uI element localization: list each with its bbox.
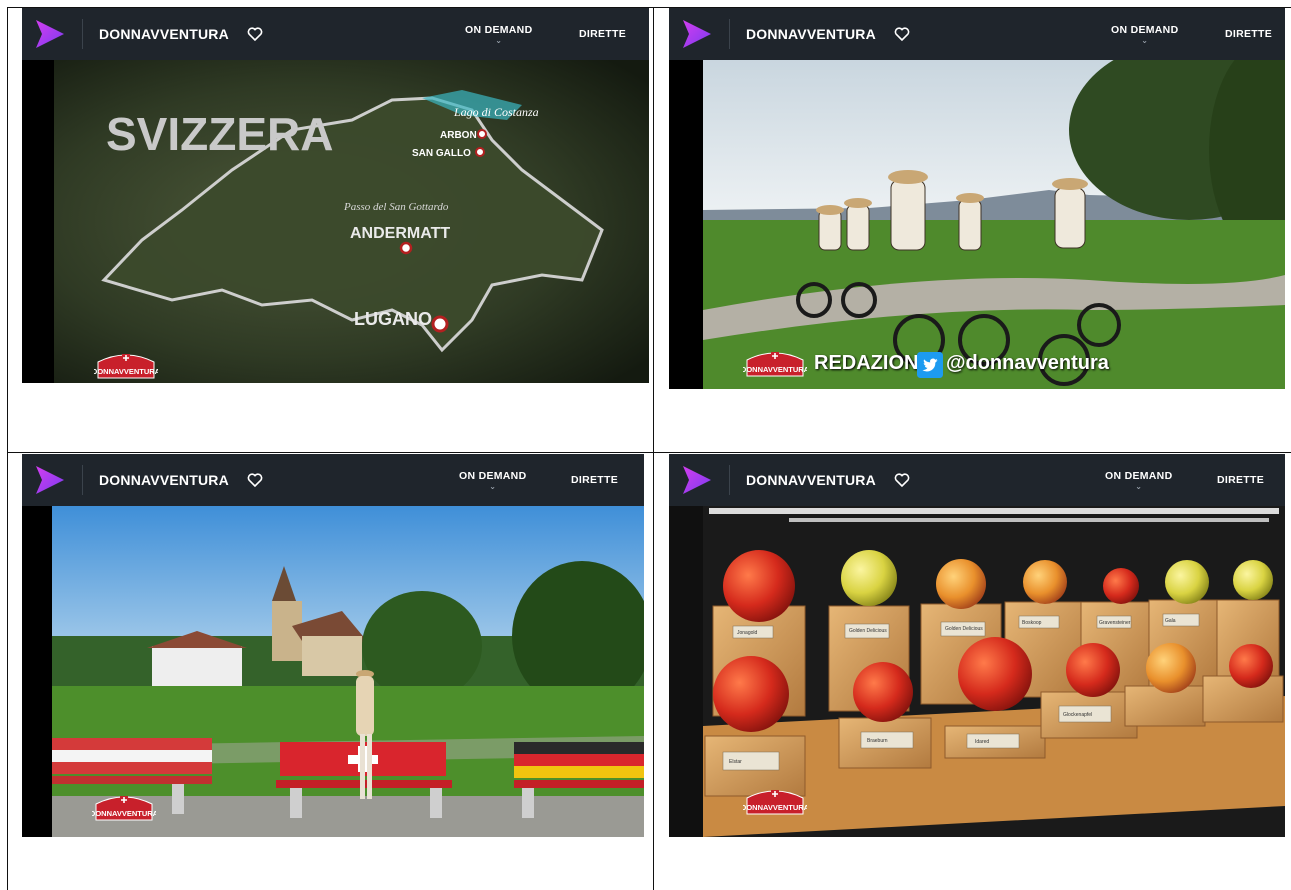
play-logo-icon[interactable] [679,17,713,51]
map-city-andermatt: ANDERMATT [350,225,450,242]
top-bar-separator [82,465,83,495]
player-top-bar: DONNAVVENTURA ON DEMAND ⌄ DIRETTE [669,454,1285,506]
show-title[interactable]: DONNAVVENTURA [746,26,876,42]
nav-dirette-label: DIRETTE [1225,28,1273,40]
play-logo-icon[interactable] [679,463,713,497]
bug-text: DONNAVVENTURA [743,365,807,374]
heart-favorite-icon[interactable] [247,472,263,488]
nav-on-demand-label: ON DEMAND [1111,24,1179,36]
video-frame-apples: Jonagold Golden Delicious Golden Delicio… [669,506,1285,837]
video-player-1[interactable]: DONNAVVENTURA ON DEMAND ⌄ DIRETTE SVIZZE… [22,8,649,383]
apple-label-5: Elstar [729,759,742,765]
apple-label-9: Gala [1165,618,1176,624]
switzerland-map-scene: SVIZZERA Lago di Costanza ARBON SAN GALL… [22,60,649,383]
top-bar-separator [82,19,83,49]
play-logo-icon[interactable] [32,17,66,51]
nav-on-demand[interactable]: ON DEMAND ⌄ [459,454,526,506]
chevron-down-icon: ⌄ [495,36,503,45]
chevron-down-icon: ⌄ [1141,36,1149,45]
nav-dirette-label: DIRETTE [571,474,619,486]
nav-on-demand-label: ON DEMAND [1105,470,1173,482]
player-top-bar: DONNAVVENTURA ON DEMAND ⌄ DIRETTE [669,8,1285,60]
nav-dirette[interactable]: DIRETTE [571,454,618,506]
bug-text: DONNAVVENTURA [92,809,156,818]
map-city-arbon: ARBON [440,130,477,141]
nav-on-demand-label: ON DEMAND [465,24,533,36]
video-player-3[interactable]: DONNAVVENTURA ON DEMAND ⌄ DIRETTE DONNAV… [22,454,644,837]
player-top-bar: DONNAVVENTURA ON DEMAND ⌄ DIRETTE [22,454,644,506]
grid-divider-vertical [653,7,654,890]
nav-on-demand-label: ON DEMAND [459,470,527,482]
video-frame-map: SVIZZERA Lago di Costanza ARBON SAN GALL… [22,60,649,383]
bug-text: DONNAVVENTURA [94,367,158,376]
map-lake-label: Lago di Costanza [453,105,539,119]
apple-label-1: Golden Delicious [849,628,887,634]
apple-label-0: Jonagold [737,630,758,636]
video-frame-cycling: DONNAVVENTURA REDAZIONE @donnavventura [669,60,1285,389]
bug-text: DONNAVVENTURA [743,803,807,812]
nav-on-demand[interactable]: ON DEMAND ⌄ [465,8,532,60]
show-title[interactable]: DONNAVVENTURA [746,472,876,488]
donnavventura-logo-bug: DONNAVVENTURA [92,796,156,821]
cycling-park-scene [669,60,1285,389]
donnavventura-logo-bug: DONNAVVENTURA [94,354,158,379]
map-city-lugano: LUGANO [354,309,432,329]
nav-dirette[interactable]: DIRETTE [1225,8,1272,60]
heart-favorite-icon[interactable] [247,26,263,42]
nav-on-demand[interactable]: ON DEMAND ⌄ [1105,454,1172,506]
apple-label-2: Golden Delicious [945,626,983,632]
apple-label-6: Braeburn [867,738,888,744]
nav-on-demand[interactable]: ON DEMAND ⌄ [1111,8,1178,60]
top-bar-separator [729,465,730,495]
twitter-bird-icon [917,352,943,378]
apple-label-7: Idared [975,739,989,745]
map-city-san-gallo: SAN GALLO [412,148,471,159]
heart-favorite-icon[interactable] [894,472,910,488]
heart-favorite-icon[interactable] [894,26,910,42]
donnavventura-logo-bug: DONNAVVENTURA [743,352,807,377]
nav-dirette-label: DIRETTE [1217,474,1265,486]
apple-label-8: Glockenapfel [1063,712,1092,718]
video-player-4[interactable]: DONNAVVENTURA ON DEMAND ⌄ DIRETTE Jonago… [669,454,1285,837]
apple-label-3: Boskoop [1022,620,1042,626]
caption-redazione: REDAZIONE [814,352,932,374]
nav-dirette[interactable]: DIRETTE [1217,454,1264,506]
nav-dirette-label: DIRETTE [579,28,627,40]
park-benches-scene [22,506,644,837]
chevron-down-icon: ⌄ [489,482,497,491]
video-player-2[interactable]: DONNAVVENTURA ON DEMAND ⌄ DIRETTE DONNAV… [669,8,1285,389]
grid-border-left [7,7,8,890]
donnavventura-logo-bug: DONNAVVENTURA [743,790,807,815]
nav-dirette[interactable]: DIRETTE [579,8,626,60]
show-title[interactable]: DONNAVVENTURA [99,26,229,42]
video-frame-benches: DONNAVVENTURA [22,506,644,837]
show-title[interactable]: DONNAVVENTURA [99,472,229,488]
player-top-bar: DONNAVVENTURA ON DEMAND ⌄ DIRETTE [22,8,649,60]
map-country-label: SVIZZERA [106,108,333,160]
top-bar-separator [729,19,730,49]
chevron-down-icon: ⌄ [1135,482,1143,491]
apple-label-4: Gravensteiner [1099,620,1131,626]
play-logo-icon[interactable] [32,463,66,497]
caption-handle: @donnavventura [946,352,1109,374]
map-pass-label: Passo del San Gottardo [343,201,449,213]
grid-divider-horizontal [7,452,1291,453]
